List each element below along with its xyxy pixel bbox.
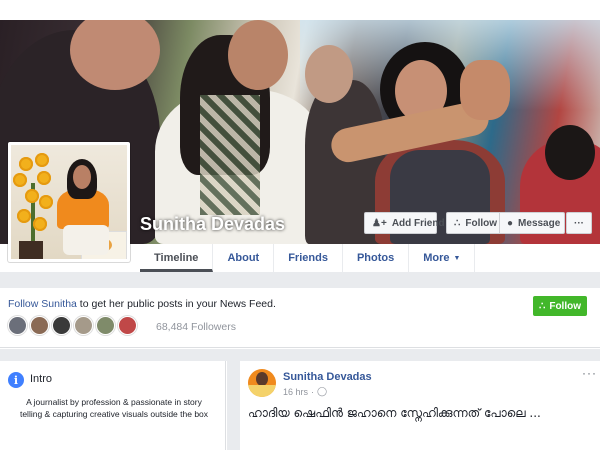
follow-label: Follow [465,217,498,229]
avatar[interactable] [8,316,27,335]
intro-title: Intro [30,373,53,385]
intro-bio: A journalist by profession & passionate … [19,397,209,419]
avatar[interactable] [118,316,137,335]
column-gap [227,361,240,450]
tab-friends-label: Friends [288,252,328,264]
tab-more[interactable]: More ▼ [409,244,476,272]
tab-friends[interactable]: Friends [274,244,343,272]
post-timestamp[interactable]: 16 hrs [283,387,308,397]
avatar[interactable] [74,316,93,335]
follow-prompt-prefix: Follow [8,298,42,310]
follow-green-label: Follow [549,300,582,312]
tab-timeline-label: Timeline [154,252,199,264]
add-friend-label: Add Friend [391,217,445,229]
post-options-icon[interactable]: ··· [582,366,597,380]
info-icon: i [8,372,24,388]
tab-more-label: More [423,252,450,264]
profile-nav: Timeline About Friends Photos More ▼ [140,244,476,272]
post-meta: 16 hrs · ◯ [283,386,327,397]
followers-count[interactable]: 68,484 Followers [156,321,236,333]
post-text: ഹാദിയ ഷെഫിൻ ജഹാനെ സ്നേഹിക്കുന്നത് പോലെ .… [248,406,541,420]
rss-icon: ∴ [538,300,546,312]
follower-avatars [8,316,137,335]
section-divider [0,349,600,361]
follow-prompt: Follow Sunitha to get her public posts i… [8,298,276,310]
follow-button[interactable]: ∴ Follow [446,212,500,234]
tab-timeline[interactable]: Timeline [140,244,214,272]
follow-prompt-suffix: to get her public posts in your News Fee… [76,298,276,310]
profile-picture[interactable] [8,142,130,262]
tab-photos-label: Photos [356,252,395,264]
post-author-name[interactable]: Sunitha Devadas [283,371,372,383]
profile-name[interactable]: Sunitha Devadas [140,214,285,235]
rss-icon: ∴ [454,217,461,229]
tab-about[interactable]: About [213,244,275,272]
avatar[interactable] [96,316,115,335]
section-divider [0,272,600,288]
caret-down-icon: ▼ [453,254,461,262]
meta-separator: · [311,386,315,397]
post-author-avatar[interactable] [248,369,276,397]
tab-about-label: About [227,252,260,264]
message-button[interactable]: ● Message [500,212,565,234]
avatar[interactable] [30,316,49,335]
follow-prompt-link[interactable]: Sunitha [41,298,77,310]
follow-green-button[interactable]: ∴ Follow [533,296,587,316]
profile-page: Sunitha Devadas ♟+ Add Friend ∴ Follow ●… [0,0,600,450]
more-options-button[interactable]: ··· [566,212,592,234]
avatar[interactable] [52,316,71,335]
add-friend-button[interactable]: ♟+ Add Friend [364,212,445,234]
messenger-icon: ● [507,217,514,229]
globe-icon: ◯ [317,386,328,396]
more-options-icon: ··· [574,217,584,229]
tab-photos[interactable]: Photos [343,244,410,272]
message-label: Message [518,217,561,229]
add-friend-icon: ♟+ [372,217,387,229]
